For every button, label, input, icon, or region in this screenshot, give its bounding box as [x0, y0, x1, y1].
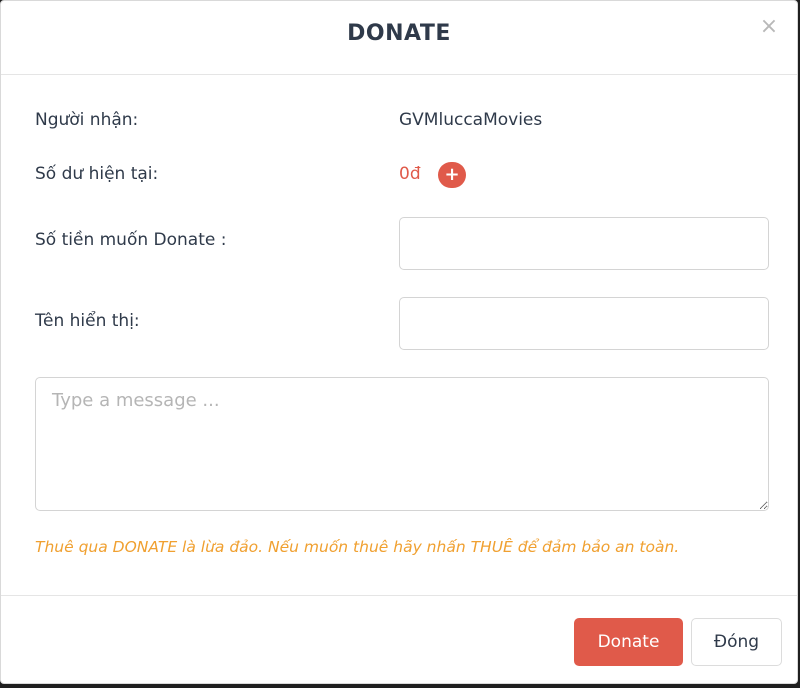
recipient-value: GVMluccaMovies: [399, 110, 543, 130]
donate-modal: DONATE × Người nhận: GVMluccaMovies Số d…: [0, 0, 798, 684]
amount-input[interactable]: [399, 217, 769, 270]
modal-header: DONATE ×: [1, 1, 797, 75]
modal-title: DONATE: [347, 21, 451, 46]
scam-warning-text: Thuê qua DONATE là lừa đảo. Nếu muốn thu…: [35, 538, 680, 556]
close-button[interactable]: Đóng: [691, 618, 782, 666]
balance-label: Số dư hiện tại:: [35, 164, 159, 184]
display-name-label: Tên hiển thị:: [35, 311, 140, 331]
balance-value: 0đ: [399, 164, 421, 184]
add-balance-plus-icon[interactable]: +: [438, 162, 466, 188]
amount-label: Số tiền muốn Donate :: [35, 230, 227, 250]
message-textarea[interactable]: [35, 377, 769, 511]
display-name-input[interactable]: [399, 297, 769, 350]
donate-button[interactable]: Donate: [574, 618, 683, 666]
modal-footer: Donate Đóng: [1, 595, 797, 685]
recipient-label: Người nhận:: [35, 110, 139, 130]
close-icon[interactable]: ×: [759, 15, 779, 39]
